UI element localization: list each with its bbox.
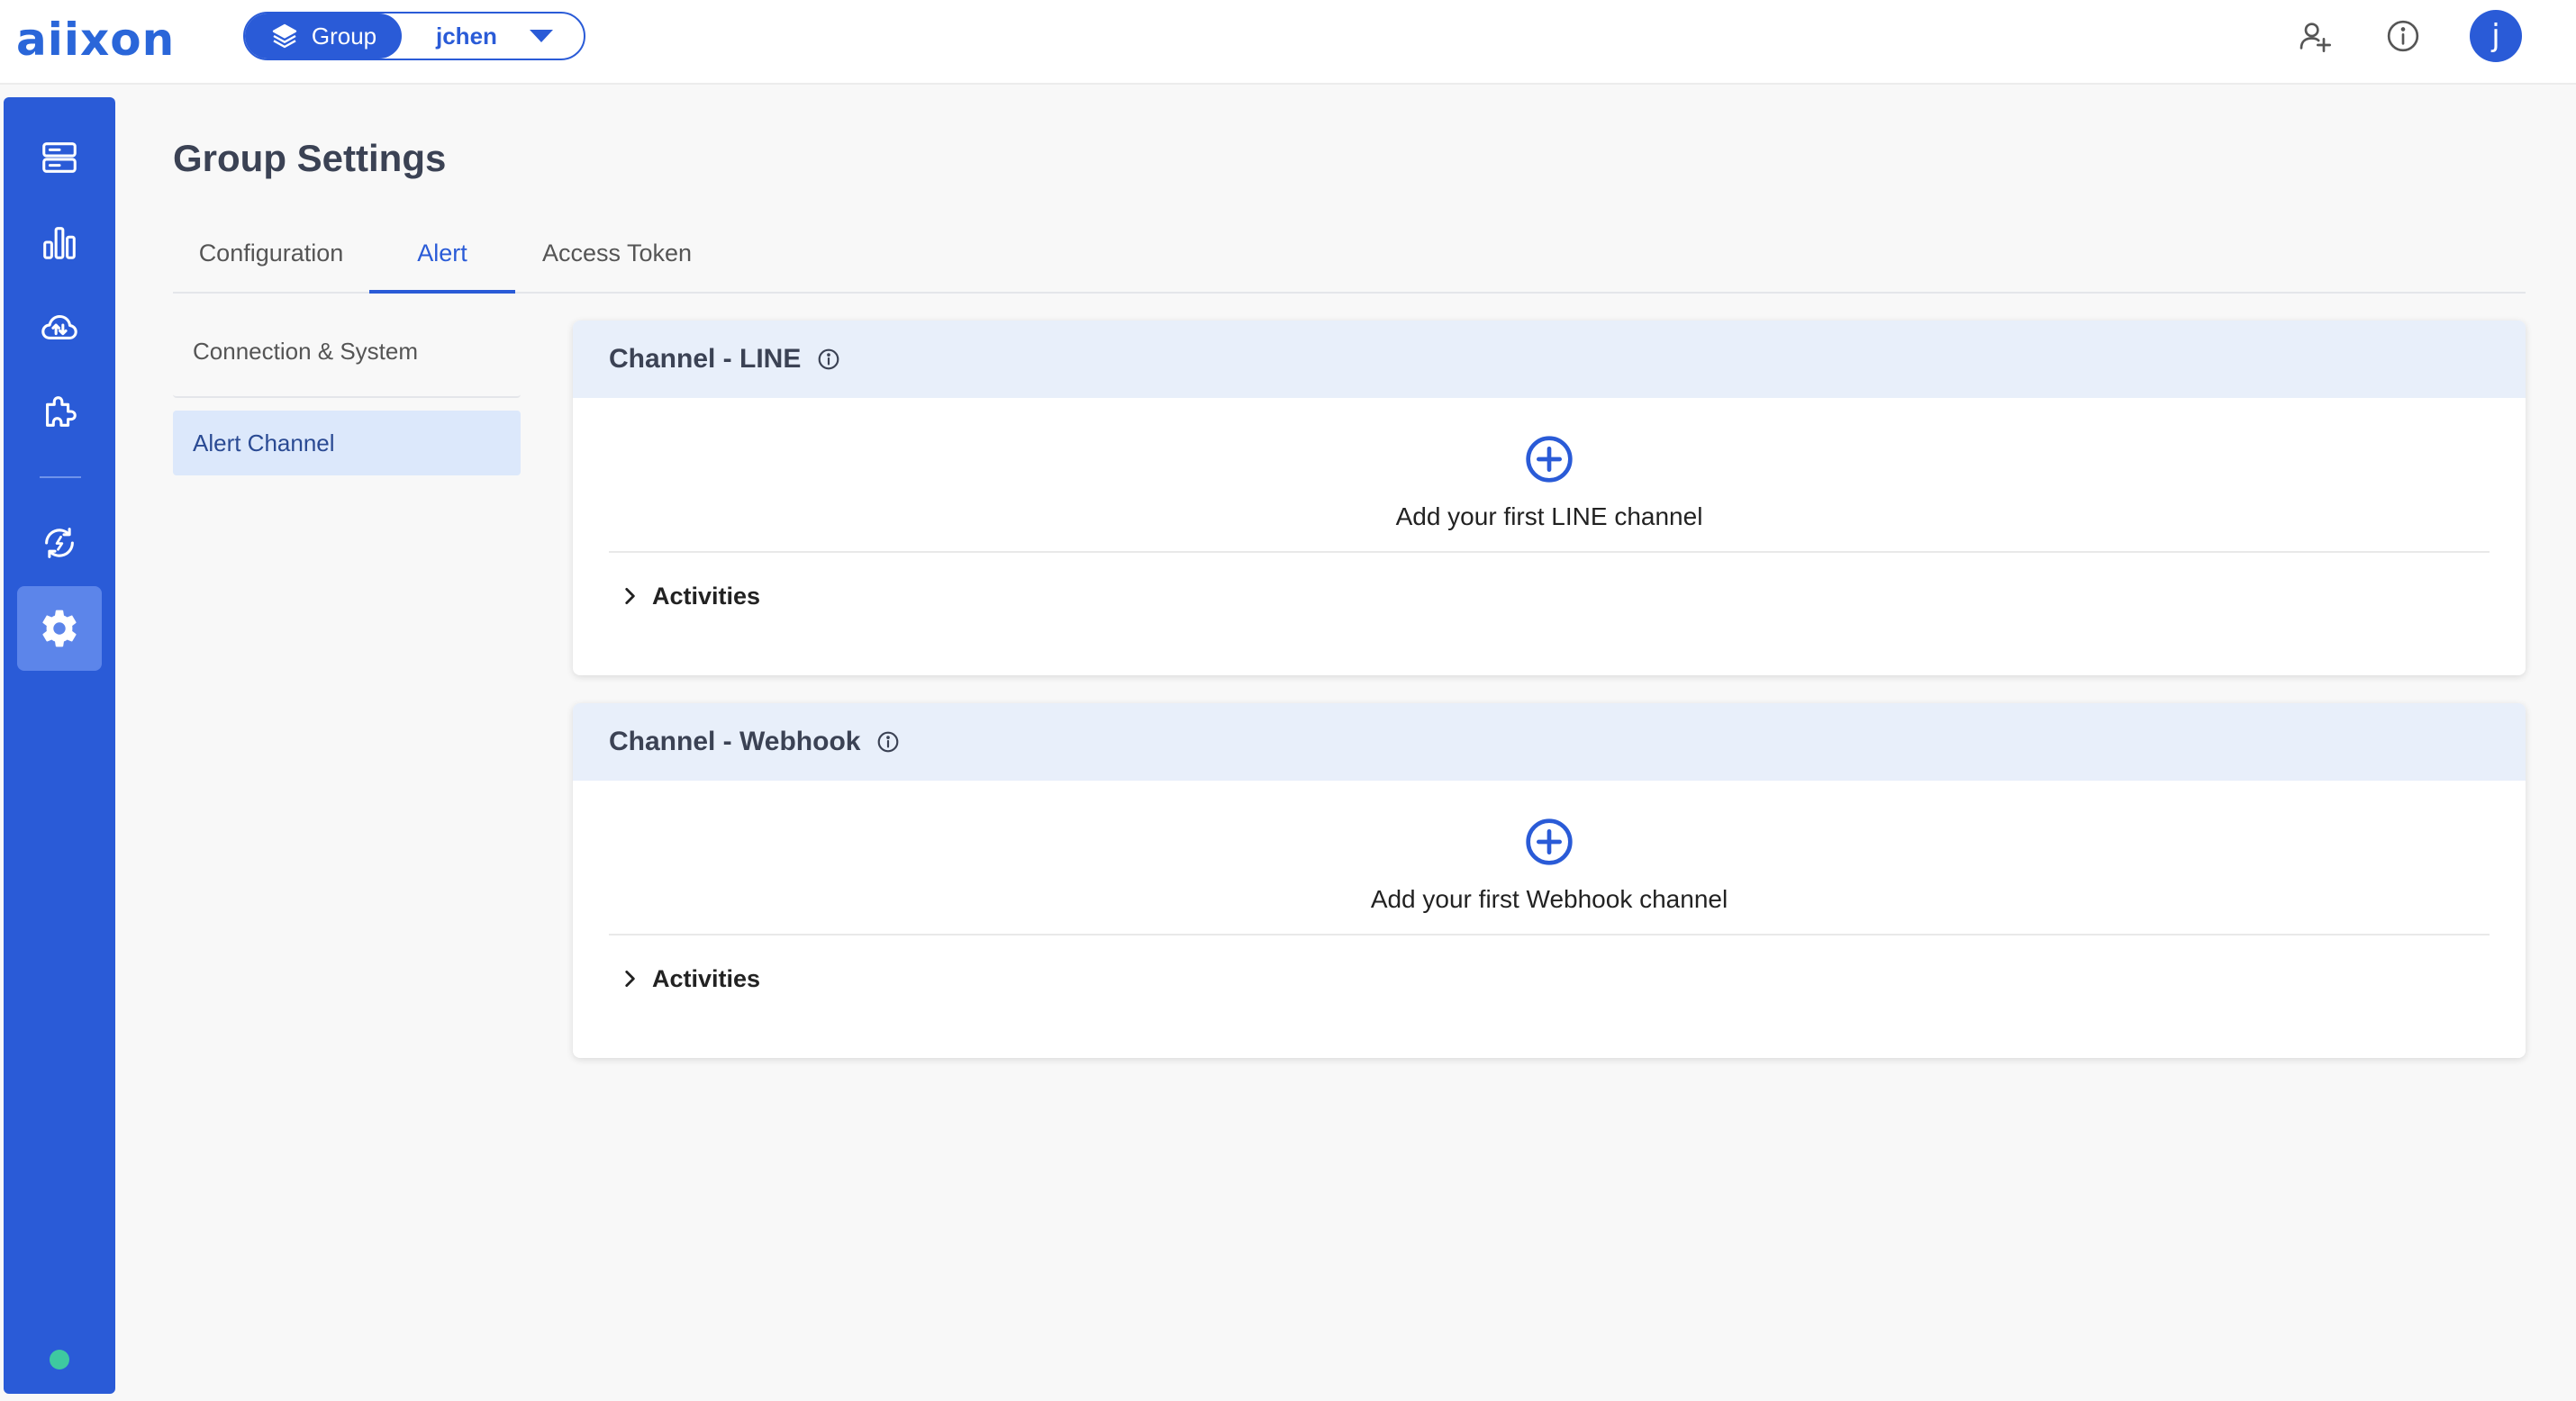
cloud-sync-icon bbox=[41, 314, 77, 339]
card-header: Channel - LINE bbox=[573, 321, 2526, 398]
group-label: Group bbox=[311, 22, 377, 50]
channel-webhook-card: Channel - Webhook Add your first Webhook… bbox=[573, 703, 2526, 1058]
info-icon[interactable] bbox=[876, 730, 900, 754]
group-switcher[interactable]: Group jchen bbox=[243, 12, 585, 60]
caret-down-icon bbox=[530, 30, 553, 42]
subnav-connection-system[interactable]: Connection & System bbox=[173, 315, 521, 398]
alert-subnav: Connection & System Alert Channel bbox=[173, 315, 521, 475]
info-icon[interactable] bbox=[817, 348, 840, 371]
add-user-button[interactable] bbox=[2293, 14, 2336, 58]
settings-tabs: Configuration Alert Access Token bbox=[173, 220, 2526, 294]
refresh-bolt-icon bbox=[45, 528, 74, 558]
subnav-alert-channel[interactable]: Alert Channel bbox=[173, 411, 521, 475]
tab-access-token[interactable]: Access Token bbox=[515, 220, 719, 294]
add-channel-text[interactable]: Add your first Webhook channel bbox=[1371, 885, 1728, 914]
tab-alert[interactable]: Alert bbox=[369, 220, 515, 294]
bar-chart-icon bbox=[43, 227, 76, 259]
page-title: Group Settings bbox=[173, 137, 447, 179]
chevron-right-icon bbox=[625, 588, 635, 604]
add-line-channel: Add your first LINE channel bbox=[609, 398, 2490, 553]
activities-label: Activities bbox=[652, 582, 761, 610]
chevron-right-icon bbox=[625, 971, 635, 987]
add-channel-text[interactable]: Add your first LINE channel bbox=[1396, 502, 1703, 531]
sidebar-item-settings-active[interactable] bbox=[17, 586, 102, 671]
info-button[interactable] bbox=[2381, 14, 2425, 58]
top-actions: j bbox=[2293, 9, 2522, 63]
activities-toggle[interactable]: Activities bbox=[609, 936, 2490, 1022]
info-icon bbox=[2387, 20, 2419, 52]
card-header: Channel - Webhook bbox=[573, 703, 2526, 781]
app-logo[interactable]: aiixon bbox=[16, 11, 175, 68]
add-user-icon bbox=[2299, 23, 2331, 53]
connection-status-dot bbox=[50, 1350, 69, 1369]
sidebar-divider bbox=[40, 476, 81, 478]
activities-toggle[interactable]: Activities bbox=[609, 553, 2490, 639]
add-circle-icon[interactable] bbox=[1524, 817, 1574, 867]
server-icon bbox=[42, 142, 77, 173]
sidebar-item-devices[interactable] bbox=[17, 115, 102, 200]
add-circle-icon[interactable] bbox=[1524, 434, 1574, 484]
group-pill[interactable]: Group bbox=[245, 14, 402, 59]
card-title: Channel - Webhook bbox=[609, 727, 861, 756]
sidebar-item-automation[interactable] bbox=[17, 501, 102, 585]
sidebar-item-plugins[interactable] bbox=[17, 369, 102, 454]
puzzle-icon bbox=[46, 396, 77, 427]
group-user-name: jchen bbox=[436, 22, 497, 50]
group-user-select[interactable]: jchen bbox=[402, 23, 584, 50]
gear-icon bbox=[42, 610, 77, 647]
activities-label: Activities bbox=[652, 964, 761, 992]
sidebar-item-cloud-sync[interactable] bbox=[17, 285, 102, 369]
top-bar: aiixon Group jchen j bbox=[0, 0, 2576, 85]
add-webhook-channel: Add your first Webhook channel bbox=[609, 781, 2490, 936]
sidebar bbox=[4, 97, 115, 1394]
user-avatar[interactable]: j bbox=[2470, 10, 2522, 62]
tab-configuration[interactable]: Configuration bbox=[173, 220, 369, 294]
card-title: Channel - LINE bbox=[609, 344, 802, 374]
channel-line-card: Channel - LINE Add your first LINE chann… bbox=[573, 321, 2526, 675]
layers-icon bbox=[272, 23, 297, 49]
sidebar-item-analytics[interactable] bbox=[17, 200, 102, 285]
